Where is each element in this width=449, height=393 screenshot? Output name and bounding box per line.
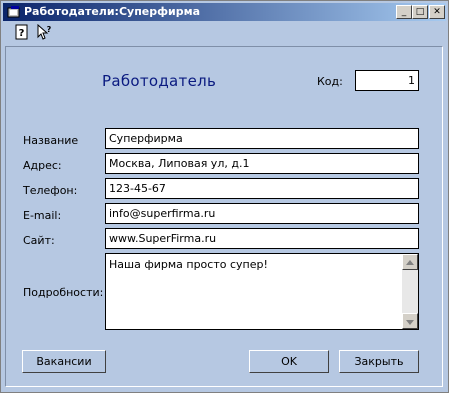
email-field[interactable]: info@superfirma.ru: [105, 203, 419, 224]
email-label: E-mail:: [23, 209, 62, 222]
phone-field[interactable]: 123-45-67: [105, 178, 419, 199]
svg-text:?: ?: [19, 28, 25, 39]
code-label: Код:: [317, 75, 343, 88]
details-textarea[interactable]: Наша фирма просто супер!: [105, 253, 419, 330]
arrow-down-icon: [406, 320, 414, 325]
context-help-icon[interactable]: ?: [36, 24, 52, 40]
minimize-button[interactable]: _: [396, 5, 412, 19]
vacancies-button[interactable]: Вакансии: [22, 350, 106, 373]
employer-form: Работодатель Код: 1 Название Суперфирма …: [5, 46, 443, 387]
employer-window: Работодатели:Суперфирма _ □ ✕ ? ? Работо…: [0, 0, 449, 393]
details-scrollbar[interactable]: [402, 254, 418, 329]
scroll-up-button[interactable]: [402, 254, 418, 270]
arrow-up-icon: [406, 260, 414, 265]
app-icon: [7, 6, 20, 18]
name-label: Название: [23, 134, 79, 147]
help-book-icon[interactable]: ?: [14, 24, 30, 40]
title-bar[interactable]: Работодатели:Суперфирма _ □ ✕: [3, 3, 446, 21]
maximize-button[interactable]: □: [412, 5, 428, 19]
close-button[interactable]: Закрыть: [339, 350, 419, 373]
site-label: Сайт:: [23, 234, 55, 247]
ok-button[interactable]: OK: [249, 350, 329, 373]
address-field[interactable]: Москва, Липовая ул, д.1: [105, 153, 419, 174]
toolbar: ? ?: [3, 21, 446, 43]
code-field[interactable]: 1: [355, 70, 419, 91]
details-label: Подробности:: [23, 286, 104, 299]
details-text: Наша фирма просто супер!: [109, 258, 268, 271]
name-field[interactable]: Суперфирма: [105, 128, 419, 149]
phone-label: Телефон:: [23, 184, 78, 197]
form-heading: Работодатель: [102, 72, 217, 90]
close-window-button[interactable]: ✕: [429, 5, 445, 19]
scroll-down-button[interactable]: [402, 313, 418, 329]
window-title: Работодатели:Суперфирма: [24, 5, 201, 18]
address-label: Адрес:: [23, 159, 62, 172]
site-field[interactable]: www.SuperFirma.ru: [105, 228, 419, 249]
svg-text:?: ?: [47, 25, 52, 34]
